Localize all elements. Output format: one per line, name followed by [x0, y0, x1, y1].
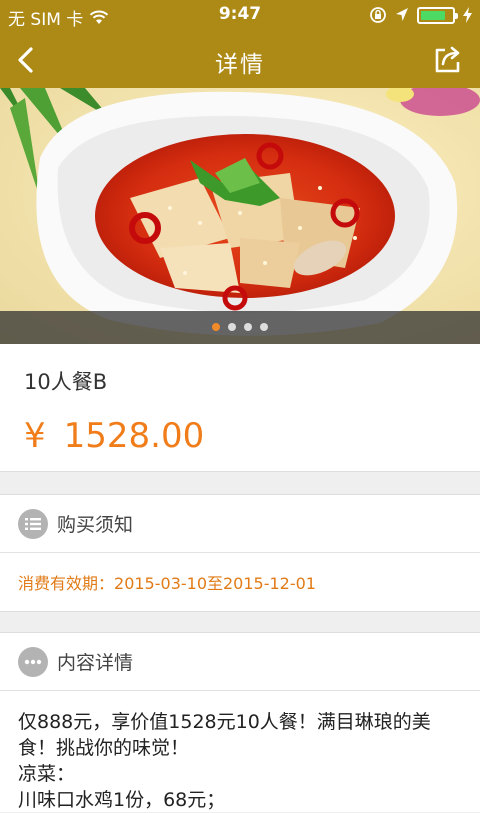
- content-details-body: 仅888元，享价值1528元10人餐！满目琳琅的美 食！挑战你的味觉！ 凉菜： …: [0, 691, 480, 813]
- details-line: 凉菜：: [18, 763, 76, 785]
- purchase-notice-section: 购买须知 消费有效期： 2015-03-10至2015-12-01: [0, 494, 480, 612]
- details-line: 仅888元，享价值1528元10人餐！满目琳琅的美: [18, 711, 431, 733]
- price-value: 1528.00: [63, 416, 205, 456]
- page-title: 详情: [215, 52, 265, 78]
- dish-photo: [0, 88, 480, 344]
- list-icon: [18, 508, 48, 539]
- battery-icon: [417, 6, 458, 24]
- share-icon[interactable]: [430, 42, 466, 78]
- details-line: 川味口水鸡1份，68元；: [18, 789, 226, 811]
- carousel-dot-2[interactable]: [228, 323, 236, 331]
- purchase-notice-header[interactable]: 购买须知: [0, 495, 480, 553]
- battery-level: [421, 10, 445, 20]
- nav-bar: 详情: [0, 32, 480, 88]
- content-details-section: 内容详情 仅888元，享价值1528元10人餐！满目琳琅的美 食！挑战你的味觉！…: [0, 632, 480, 812]
- charging-bolt-icon: [463, 7, 472, 23]
- status-bar: 无 SIM 卡 9:47: [0, 0, 480, 32]
- carousel-dot-1[interactable]: [212, 323, 220, 331]
- product-name: 10人餐B: [24, 370, 108, 394]
- content-details-header[interactable]: 内容详情: [0, 633, 480, 691]
- hero-image-carousel[interactable]: [0, 88, 480, 344]
- carousel-dot-4[interactable]: [260, 323, 268, 331]
- purchase-notice-title: 购买须知: [57, 514, 134, 536]
- content-details-title: 内容详情: [57, 652, 134, 674]
- validity-label: 消费有效期：: [18, 574, 115, 593]
- details-line: 食！挑战你的味觉！: [18, 737, 190, 759]
- product-summary: 10人餐B ¥ 1528.00: [0, 344, 480, 472]
- validity-period: 消费有效期： 2015-03-10至2015-12-01: [0, 553, 480, 611]
- product-price: ¥ 1528.00: [24, 416, 204, 456]
- currency-symbol: ¥: [24, 416, 46, 456]
- rotation-lock-icon: [370, 7, 386, 23]
- more-dots-icon: [18, 646, 48, 677]
- carousel-dots: [0, 323, 480, 331]
- carousel-dot-3[interactable]: [244, 323, 252, 331]
- location-arrow-icon: [396, 8, 408, 21]
- carousel-indicator-bar: [0, 311, 480, 344]
- validity-value: 2015-03-10至2015-12-01: [114, 574, 316, 593]
- status-right: [369, 6, 472, 24]
